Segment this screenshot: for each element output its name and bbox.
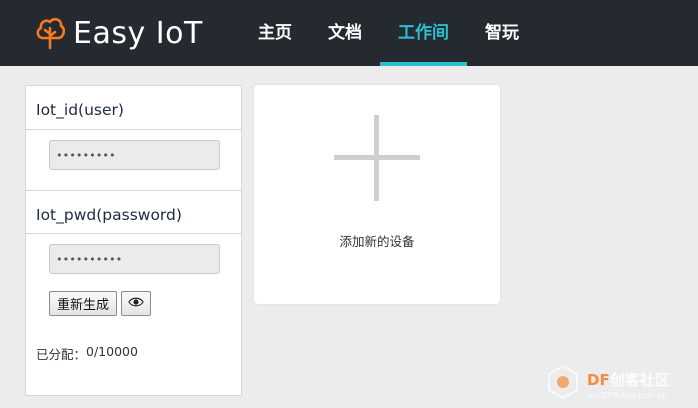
main-nav: 主页 文档 工作间 智玩 (240, 0, 537, 66)
nav-item-smart-play[interactable]: 智玩 (467, 0, 537, 66)
iot-id-title: Iot_id(user) (26, 86, 241, 130)
iot-pwd-title: Iot_pwd(password) (26, 190, 241, 234)
nav-item-workspace[interactable]: 工作间 (380, 0, 467, 66)
iot-pwd-row (26, 234, 241, 294)
iot-pwd-input[interactable] (49, 244, 220, 274)
nav-item-docs[interactable]: 文档 (310, 0, 380, 66)
add-device-card[interactable]: 添加新的设备 (254, 85, 500, 304)
add-device-label: 添加新的设备 (339, 234, 415, 249)
watermark-brand: DF创客社区 (587, 370, 670, 389)
logo[interactable]: Easy IoT (35, 14, 203, 54)
show-password-button[interactable] (121, 291, 152, 316)
cloud-tree-logo-icon (35, 14, 66, 54)
credentials-panel: Iot_id(user) Iot_pwd(password) 重新生成 已分配：… (25, 85, 242, 396)
credential-actions: 重新生成 (49, 291, 152, 316)
robot-logo-icon (543, 362, 583, 406)
regenerate-button[interactable]: 重新生成 (49, 291, 118, 316)
iot-id-row (26, 130, 241, 190)
watermark-url: mc.DFRobot.com.cn (587, 390, 668, 400)
top-bar: Easy IoT 主页 文档 工作间 智玩 (0, 0, 698, 66)
allocated-label: 已分配： (36, 347, 87, 362)
iot-id-input[interactable] (49, 140, 220, 170)
allocated-value: 0/10000 (86, 344, 138, 359)
eye-icon (128, 296, 144, 311)
allocation-status: 已分配： 0/10000 (36, 344, 138, 363)
app-title: Easy IoT (73, 16, 203, 51)
plus-icon (334, 115, 420, 201)
watermark: DF创客社区 mc.DFRobot.com.cn (543, 362, 670, 406)
nav-item-home[interactable]: 主页 (240, 0, 310, 66)
